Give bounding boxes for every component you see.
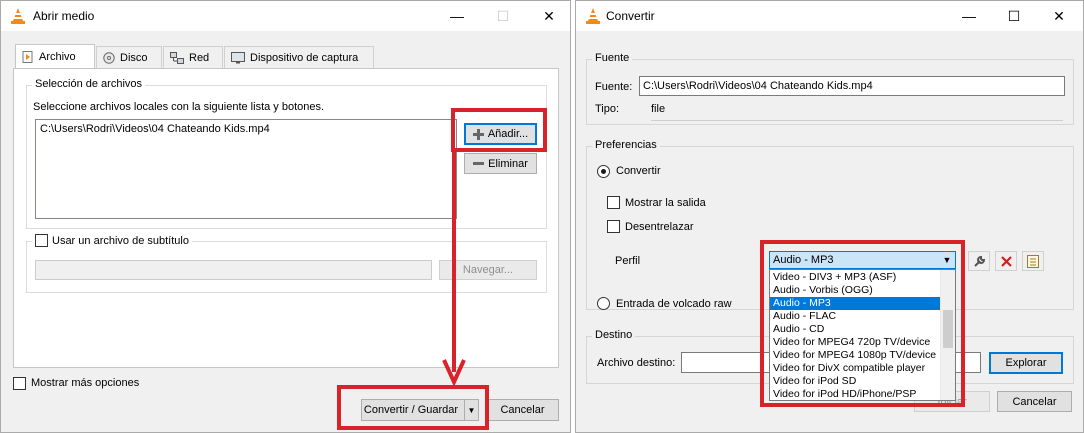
profile-option[interactable]: Video for MPEG4 720p TV/device <box>770 336 940 349</box>
tab-disco[interactable]: Disco <box>96 46 162 68</box>
chevron-down-icon[interactable]: ▼ <box>939 255 955 265</box>
explore-button[interactable]: Explorar <box>989 352 1063 374</box>
raw-dump-radio[interactable] <box>597 297 610 310</box>
tab-label: Red <box>189 51 210 64</box>
file-play-icon <box>22 51 33 63</box>
profile-option[interactable]: Video for MPEG4 1080p TV/device <box>770 349 940 362</box>
scrollbar-thumb[interactable] <box>943 310 953 348</box>
tab-capture-device[interactable]: Dispositivo de captura <box>224 46 374 68</box>
open-media-window: Abrir medio — ☐ ✕ Archivo Disco Red Disp… <box>0 0 571 433</box>
capture-device-icon <box>231 51 245 63</box>
list-item[interactable]: C:\Users\Rodri\Videos\04 Chateando Kids.… <box>36 120 456 138</box>
add-file-button[interactable]: Añadir... <box>464 123 537 145</box>
arrow-down-icon <box>442 150 466 387</box>
delete-profile-button[interactable] <box>995 251 1017 271</box>
source-input[interactable]: C:\Users\Rodri\Videos\04 Chateando Kids.… <box>639 76 1065 96</box>
destination-file-label: Archivo destino: <box>597 357 676 369</box>
maximize-icon: ☐ <box>496 7 510 24</box>
tab-archivo[interactable]: Archivo <box>15 44 95 69</box>
source-label: Fuente: <box>595 81 633 93</box>
cancel-button[interactable]: Cancelar <box>997 391 1072 412</box>
file-selection-instructions: Seleccione archivos locales con la sigui… <box>33 101 325 113</box>
tab-label: Disco <box>120 51 148 64</box>
convert-titlebar[interactable]: Convertir — ☐ ✕ <box>576 1 1083 31</box>
window-title: Convertir <box>606 9 655 23</box>
source-legend: Fuente <box>592 52 633 64</box>
deinterlace-label: Desentrelazar <box>625 221 694 233</box>
profile-option[interactable]: Video for iPod HD/iPhone/PSP <box>770 388 940 401</box>
tab-label: Archivo <box>39 51 76 63</box>
convert-radio[interactable] <box>597 165 610 178</box>
wrench-icon <box>973 255 985 267</box>
raw-dump-label: Entrada de volcado raw <box>616 298 732 310</box>
add-file-label: Añadir... <box>487 128 529 140</box>
tab-label: Dispositivo de captura <box>250 51 359 64</box>
more-options-label: Mostrar más opciones <box>31 377 140 389</box>
disc-icon <box>103 51 115 64</box>
subtitle-label: Usar un archivo de subtítulo <box>52 234 189 247</box>
deinterlace-checkbox[interactable] <box>607 220 620 233</box>
convert-label: Convertir <box>616 165 661 177</box>
subtitle-group: Usar un archivo de subtítulo Navegar... <box>26 234 547 293</box>
profile-option[interactable]: Audio - CD <box>770 323 940 336</box>
new-profile-icon <box>1027 254 1039 268</box>
more-options-checkbox[interactable] <box>13 377 26 390</box>
maximize-icon[interactable]: ☐ <box>991 1 1037 31</box>
destination-legend: Destino <box>592 329 636 341</box>
subtitle-checkbox[interactable] <box>35 234 48 247</box>
profile-label: Perfil <box>615 255 641 267</box>
file-list[interactable]: C:\Users\Rodri\Videos\04 Chateando Kids.… <box>35 119 457 219</box>
file-selection-legend: Selección de archivos <box>32 78 146 90</box>
profile-option[interactable]: Audio - FLAC <box>770 310 940 323</box>
profile-option[interactable]: Video for DivX compatible player <box>770 362 940 375</box>
show-output-checkbox[interactable] <box>607 196 620 209</box>
preferences-legend: Preferencias <box>592 139 660 151</box>
profile-option[interactable]: Audio - Vorbis (OGG) <box>770 284 940 297</box>
minus-icon <box>473 162 485 165</box>
profile-option[interactable]: Video - DIV3 + MP3 (ASF) <box>770 271 940 284</box>
minimize-icon[interactable]: — <box>946 1 992 31</box>
plus-icon <box>472 128 484 140</box>
archivo-panel: Selección de archivos Seleccione archivo… <box>13 68 559 368</box>
delete-icon <box>1000 255 1012 267</box>
separator <box>651 120 1063 121</box>
subtitle-path-input <box>35 260 432 280</box>
profile-option[interactable]: Video for iPod SD <box>770 375 940 388</box>
vlc-cone-icon <box>586 8 600 24</box>
convert-save-label: Convertir / Guardar <box>363 404 459 416</box>
type-value: file <box>651 103 666 115</box>
remove-file-button[interactable]: Eliminar <box>464 153 537 174</box>
scrollbar[interactable] <box>940 270 955 400</box>
show-output-label: Mostrar la salida <box>625 197 706 209</box>
cancel-button[interactable]: Cancelar <box>486 399 559 421</box>
convert-save-button[interactable]: Convertir / Guardar ▼ <box>361 399 479 421</box>
vlc-cone-icon <box>11 8 25 24</box>
profile-option[interactable]: Audio - MP3 <box>770 297 940 310</box>
profile-dropdown-list[interactable]: Video - DIV3 + MP3 (ASF) Audio - Vorbis (… <box>769 269 956 401</box>
edit-profile-button[interactable] <box>968 251 990 271</box>
profile-selected-value: Audio - MP3 <box>773 254 834 266</box>
chevron-down-icon[interactable]: ▼ <box>464 400 478 420</box>
subtitle-legend: Usar un archivo de subtítulo <box>32 234 192 247</box>
window-title: Abrir medio <box>33 9 95 23</box>
close-icon[interactable]: ✕ <box>1036 1 1082 31</box>
convert-window: Convertir — ☐ ✕ Fuente Fuente: C:\Users\… <box>575 0 1084 433</box>
file-selection-group: Selección de archivos Seleccione archivo… <box>26 78 547 229</box>
profile-select[interactable]: Audio - MP3 ▼ <box>769 251 956 269</box>
close-icon[interactable]: ✕ <box>526 1 572 31</box>
new-profile-button[interactable] <box>1022 251 1044 271</box>
minimize-icon[interactable]: — <box>434 1 480 31</box>
source-group: Fuente Fuente: C:\Users\Rodri\Videos\04 … <box>586 52 1074 125</box>
network-icon <box>170 51 184 64</box>
remove-file-label: Eliminar <box>488 157 528 170</box>
tab-red[interactable]: Red <box>163 46 223 68</box>
profile-option-list: Video - DIV3 + MP3 (ASF) Audio - Vorbis (… <box>770 271 940 401</box>
open-media-titlebar[interactable]: Abrir medio — ☐ ✕ <box>1 1 570 31</box>
type-label: Tipo: <box>595 103 620 115</box>
